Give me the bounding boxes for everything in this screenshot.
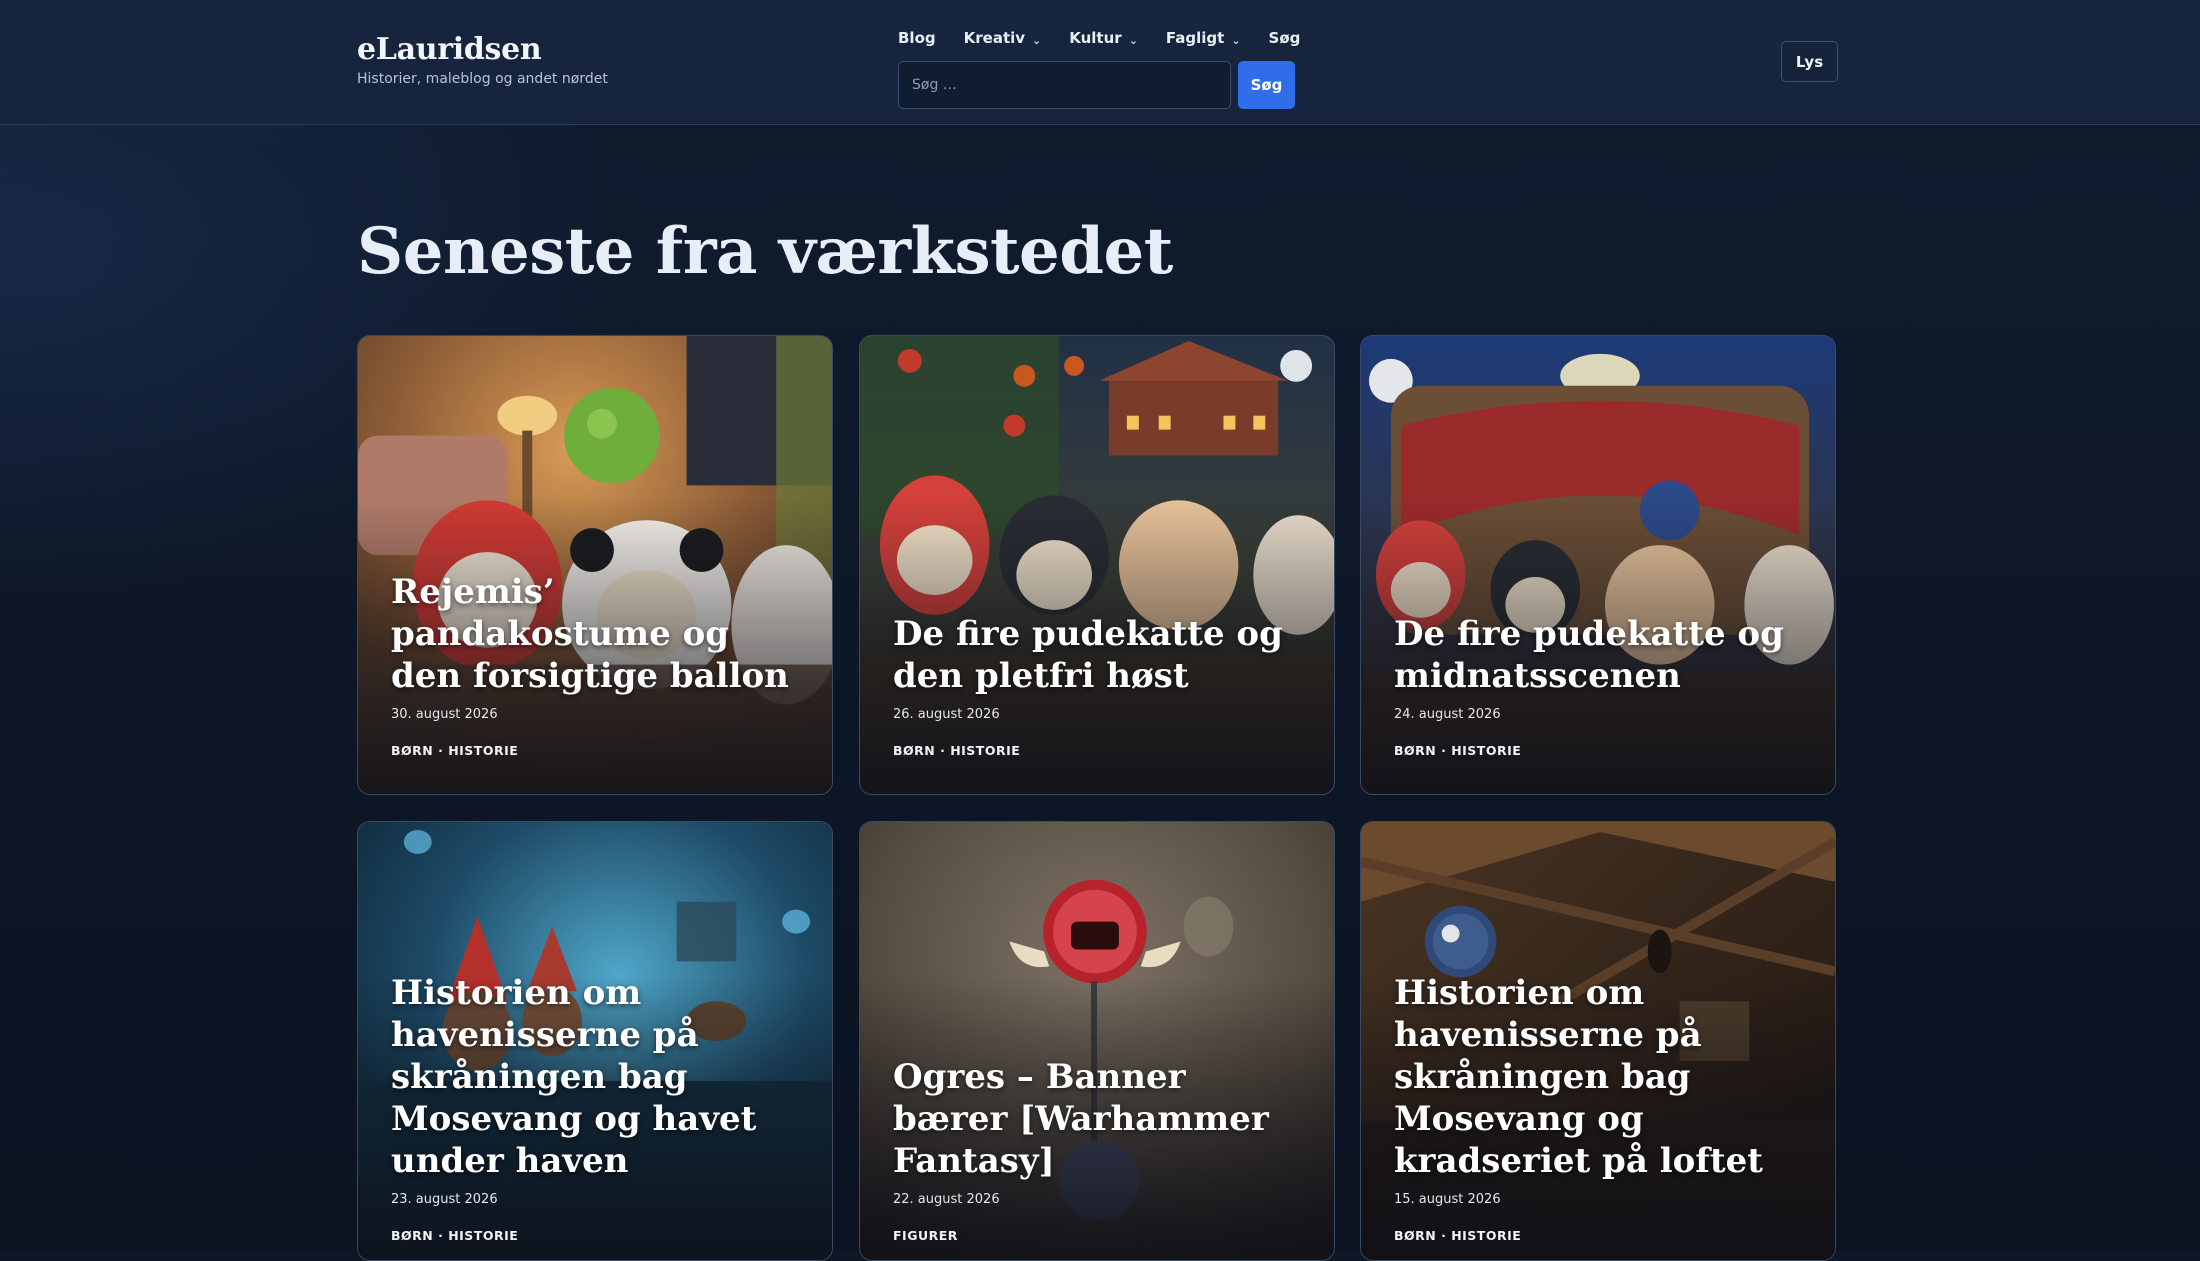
post-card-body: De fire pudekatte og midnatsscenen 24. a…: [1394, 613, 1811, 758]
post-card-body: Historien om havenisserne på skråningen …: [391, 972, 808, 1243]
nav-label: Kreativ: [963, 29, 1026, 47]
post-date: 24. august 2026: [1394, 707, 1501, 722]
post-card[interactable]: Rejemis’ pandakostume og den forsigtige …: [357, 335, 833, 795]
chevron-down-icon: ⌄: [1231, 33, 1241, 47]
nav-item-kreativ[interactable]: Kreativ ⌄: [964, 29, 1042, 47]
post-card[interactable]: De fire pudekatte og den pletfri høst 26…: [859, 335, 1335, 795]
nav-item-fagligt[interactable]: Fagligt ⌄: [1166, 29, 1241, 47]
post-categories[interactable]: BØRN · HISTORIE: [893, 743, 1310, 758]
post-card[interactable]: Ogres – Banner bærer [Warhammer Fantasy]…: [859, 821, 1335, 1261]
nav-item-blog[interactable]: Blog: [898, 29, 936, 47]
nav-label: Fagligt: [1165, 29, 1225, 47]
theme-toggle-button[interactable]: Lys: [1781, 41, 1838, 82]
post-title[interactable]: Ogres – Banner bærer [Warhammer Fantasy]: [893, 1056, 1310, 1182]
nav-label: Blog: [898, 29, 936, 47]
site-tagline: Historier, maleblog og andet nørdet: [357, 71, 608, 87]
main-nav: Blog Kreativ ⌄ Kultur ⌄ Fagligt ⌄ Søg: [898, 26, 1328, 50]
site-header: eLauridsen Historier, maleblog og andet …: [0, 0, 2200, 125]
post-categories[interactable]: BØRN · HISTORIE: [1394, 743, 1811, 758]
post-title[interactable]: Historien om havenisserne på skråningen …: [1394, 972, 1811, 1182]
search-form: Søg: [898, 61, 1295, 109]
search-button[interactable]: Søg: [1238, 61, 1295, 109]
nav-item-sog[interactable]: Søg: [1269, 29, 1301, 47]
post-card[interactable]: Historien om havenisserne på skråningen …: [1360, 821, 1836, 1261]
post-card-body: Historien om havenisserne på skråningen …: [1394, 972, 1811, 1243]
post-title[interactable]: De fire pudekatte og den pletfri høst: [893, 613, 1310, 697]
nav-label: Kultur: [1069, 29, 1122, 47]
post-card-body: Rejemis’ pandakostume og den forsigtige …: [391, 571, 808, 758]
brand[interactable]: eLauridsen Historier, maleblog og andet …: [357, 31, 608, 87]
post-categories[interactable]: BØRN · HISTORIE: [1394, 1228, 1811, 1243]
post-categories[interactable]: BØRN · HISTORIE: [391, 1228, 808, 1243]
post-date: 23. august 2026: [391, 1192, 498, 1207]
page-title: Seneste fra værkstedet: [357, 214, 1173, 289]
nav-item-kultur[interactable]: Kultur ⌄: [1069, 29, 1138, 47]
site-title[interactable]: eLauridsen: [357, 31, 608, 69]
post-card[interactable]: Historien om havenisserne på skråningen …: [357, 821, 833, 1261]
post-categories[interactable]: BØRN · HISTORIE: [391, 743, 808, 758]
post-date: 30. august 2026: [391, 707, 498, 722]
post-title[interactable]: Historien om havenisserne på skråningen …: [391, 972, 808, 1182]
post-date: 22. august 2026: [893, 1192, 1000, 1207]
post-categories[interactable]: FIGURER: [893, 1228, 1310, 1243]
search-input[interactable]: [898, 61, 1231, 109]
post-card-body: De fire pudekatte og den pletfri høst 26…: [893, 613, 1310, 758]
post-date: 15. august 2026: [1394, 1192, 1501, 1207]
chevron-down-icon: ⌄: [1128, 33, 1138, 47]
post-card-body: Ogres – Banner bærer [Warhammer Fantasy]…: [893, 1056, 1310, 1243]
post-date: 26. august 2026: [893, 707, 1000, 722]
post-card[interactable]: De fire pudekatte og midnatsscenen 24. a…: [1360, 335, 1836, 795]
post-title[interactable]: De fire pudekatte og midnatsscenen: [1394, 613, 1811, 697]
chevron-down-icon: ⌄: [1032, 33, 1042, 47]
nav-label: Søg: [1268, 29, 1301, 47]
post-title[interactable]: Rejemis’ pandakostume og den forsigtige …: [391, 571, 808, 697]
